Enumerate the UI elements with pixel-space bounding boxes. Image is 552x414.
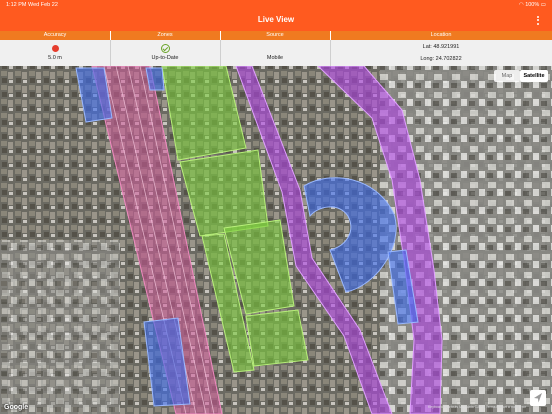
nav-bar: Live View [0,10,552,31]
more-dot-icon [537,15,539,18]
source-cell: Mobile [220,40,331,66]
column-header-location: Location [430,32,452,38]
map-view[interactable]: Google Keyboard shortcuts Map data ©2023… [0,66,552,414]
google-logo: Google [4,404,29,411]
zones-value: Up-to-Date [151,55,179,61]
map-type-satellite-button[interactable]: Satellite [520,70,548,82]
accuracy-cell: 5.0 m [0,40,111,66]
green-zone-overlay [245,309,309,367]
column-header-zones: Zones [110,31,221,40]
map-attribution[interactable]: Keyboard shortcuts Map data ©2023 Terms … [428,405,526,409]
column-header-source: Source [220,31,331,40]
more-dot-icon [537,22,539,25]
locate-me-button[interactable] [530,390,546,406]
zones-cell: Up-to-Date [110,40,221,66]
wifi-icon: ◠ [518,2,524,8]
accuracy-status-icon [51,45,59,52]
more-options-button[interactable] [532,13,544,27]
status-time: 1:12 PM Wed Feb 22 [6,2,58,8]
more-dot-icon [537,19,539,21]
accuracy-value: 5.0 m [48,55,62,61]
column-headers: Accuracy Zones Source Location [0,31,552,40]
status-bar: 1:12 PM Wed Feb 22 ◠ 100% ▭ [0,0,552,10]
status-battery: ◠ 100% ▭ [519,2,546,8]
source-value: Mobile [266,55,284,61]
battery-icon: ▭ [540,2,546,8]
info-bar: 5.0 m Up-to-Date Mobile Lat: 48.921991 L… [0,40,552,67]
map-type-map-button[interactable]: Map [494,70,520,82]
battery-label: 100% [525,2,540,8]
page-title: Live View [257,15,295,24]
longitude-value: Long: 24.702822 [420,56,462,62]
location-cell: Lat: 48.921991 Long: 24.702822 [330,40,552,66]
latitude-value: Lat: 48.921991 [422,44,460,50]
satellite-imagery [0,66,552,414]
navigation-arrow-icon [534,393,542,403]
column-header-accuracy: Accuracy [0,31,111,40]
checkmark-icon [161,44,170,53]
